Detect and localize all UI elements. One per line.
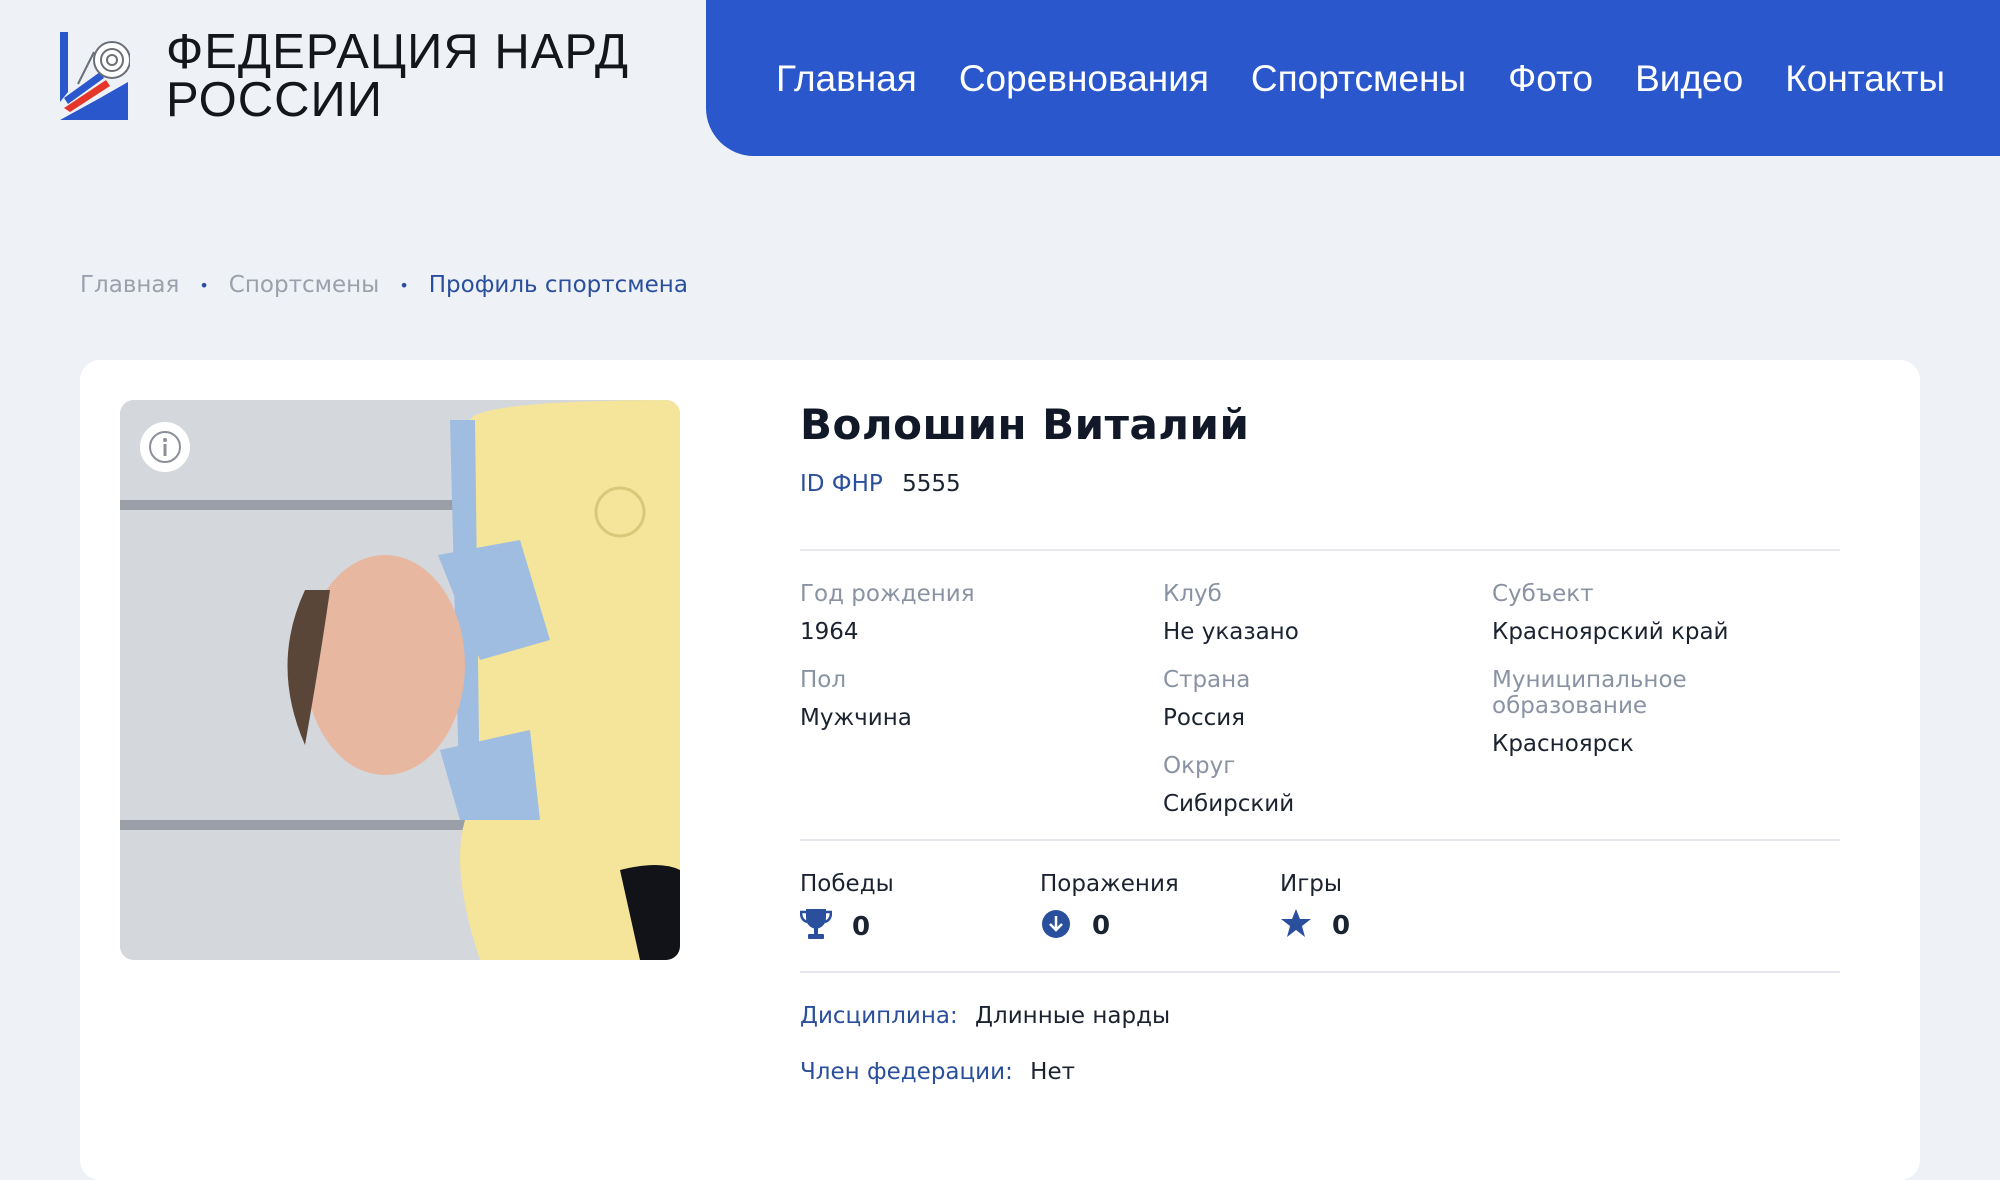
- field-municipality: Муниципальное образование Красноярск: [1492, 667, 1840, 757]
- athlete-stats: Победы 0 Поражения 0 Игры 0: [799, 841, 1840, 971]
- divider: [800, 971, 1840, 973]
- athlete-details: Волошин Виталий ID ФНР 5555 Год рождения…: [799, 400, 1840, 1115]
- field-value: Мужчина: [800, 705, 912, 731]
- logo-line-1: ФЕДЕРАЦИЯ НАРД: [166, 25, 630, 79]
- field-value: Не указано: [1163, 619, 1299, 645]
- breadcrumb-current: Профиль спортсмена: [428, 272, 688, 298]
- arrow-down-circle-icon: [1040, 907, 1072, 945]
- field-subject: Субъект Красноярский край: [1492, 581, 1729, 645]
- info-icon[interactable]: [140, 422, 190, 472]
- field-value: Россия: [1163, 705, 1246, 731]
- field-value: 1964: [800, 619, 859, 645]
- discipline-label: Дисциплина:: [800, 1003, 958, 1029]
- stat-losses: Поражения 0: [1040, 871, 1179, 945]
- athlete-id: ID ФНР 5555: [800, 471, 1840, 497]
- athlete-photo: [120, 400, 680, 960]
- stat-games: Игры 0: [1280, 871, 1350, 945]
- breadcrumb: Главная • Спортсмены • Профиль спортсмен…: [80, 272, 688, 298]
- field-label: Субъект: [1492, 581, 1594, 607]
- field-value: Красноярский край: [1492, 619, 1729, 645]
- discipline-row: Дисциплина: Длинные нарды: [800, 1003, 1840, 1029]
- nav-contacts[interactable]: Контакты: [1785, 58, 1945, 100]
- field-country: Страна Россия: [1163, 667, 1250, 731]
- athlete-extra: Дисциплина: Длинные нарды Член федерации…: [800, 1003, 1840, 1085]
- logo-line-2: РОССИИ: [166, 73, 383, 127]
- logo-text: ФЕДЕРАЦИЯ НАРД РОССИИ: [166, 25, 630, 127]
- stat-wins: Победы 0: [799, 871, 894, 947]
- stat-value: 0: [1332, 911, 1351, 941]
- field-district: Округ Сибирский: [1163, 753, 1294, 817]
- trophy-icon: [799, 907, 833, 947]
- member-row: Член федерации: Нет: [800, 1059, 1840, 1085]
- field-gender: Пол Мужчина: [800, 667, 912, 731]
- site-header: ФЕДЕРАЦИЯ НАРД РОССИИ Главная Соревнован…: [0, 0, 2000, 156]
- stat-label: Игры: [1280, 871, 1343, 897]
- main-nav: Главная Соревнования Спортсмены Фото Вид…: [706, 0, 2000, 156]
- profile-card: Волошин Виталий ID ФНР 5555 Год рождения…: [80, 360, 1920, 1180]
- nav-home[interactable]: Главная: [776, 58, 917, 100]
- member-value: Нет: [1030, 1059, 1075, 1085]
- field-label: Муниципальное образование: [1492, 667, 1687, 719]
- stat-label: Поражения: [1040, 871, 1179, 897]
- athlete-name: Волошин Виталий: [800, 400, 1250, 449]
- stat-label: Победы: [800, 871, 894, 897]
- stat-value: 0: [1092, 911, 1111, 941]
- athlete-fields: Год рождения 1964 Пол Мужчина Клуб Не ук…: [800, 551, 1840, 851]
- breadcrumb-separator: •: [199, 275, 209, 295]
- site-logo[interactable]: ФЕДЕРАЦИЯ НАРД РОССИИ: [60, 28, 629, 125]
- nav-competitions[interactable]: Соревнования: [959, 58, 1209, 100]
- field-label: Год рождения: [800, 581, 975, 607]
- field-label: Страна: [1163, 667, 1251, 693]
- federation-logo-icon: [60, 32, 131, 120]
- field-club: Клуб Не указано: [1163, 581, 1299, 645]
- field-label: Пол: [800, 667, 847, 693]
- field-value: Красноярск: [1492, 731, 1634, 757]
- id-value: 5555: [902, 471, 961, 497]
- field-value: Сибирский: [1163, 791, 1295, 817]
- member-label: Член федерации:: [800, 1059, 1013, 1085]
- discipline-value: Длинные нарды: [975, 1003, 1171, 1029]
- id-label: ID ФНР: [800, 471, 883, 497]
- field-label: Округ: [1163, 753, 1236, 779]
- nav-athletes[interactable]: Спортсмены: [1251, 58, 1466, 100]
- breadcrumb-athletes[interactable]: Спортсмены: [229, 272, 380, 298]
- nav-video[interactable]: Видео: [1635, 58, 1743, 100]
- star-icon: [1280, 907, 1312, 945]
- field-birth-year: Год рождения 1964: [800, 581, 975, 645]
- breadcrumb-separator: •: [399, 275, 409, 295]
- field-label: Клуб: [1163, 581, 1222, 607]
- breadcrumb-home[interactable]: Главная: [80, 272, 179, 298]
- stat-value: 0: [852, 912, 871, 942]
- nav-photo[interactable]: Фото: [1508, 58, 1593, 100]
